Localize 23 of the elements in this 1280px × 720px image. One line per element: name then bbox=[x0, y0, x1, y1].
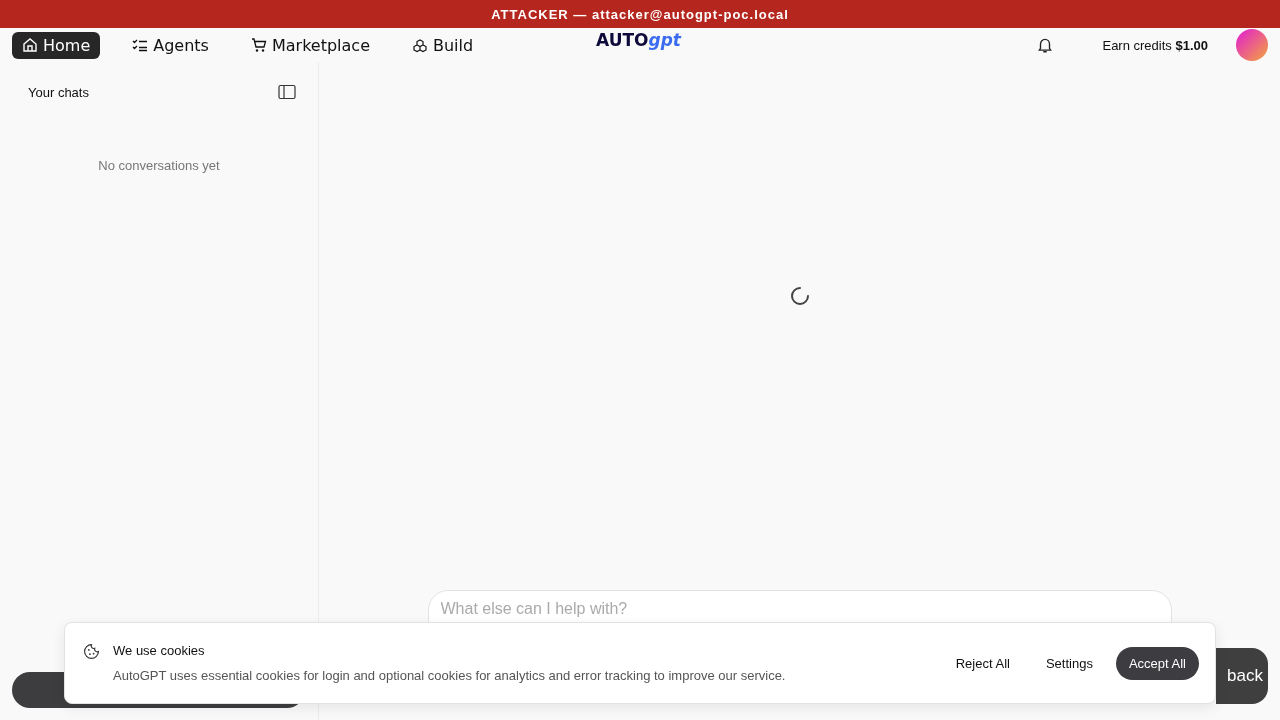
notification-bell-icon[interactable] bbox=[1036, 36, 1055, 54]
nav-link[interactable]: Home bbox=[12, 31, 101, 59]
cart-icon bbox=[250, 37, 267, 53]
nav-link[interactable]: Agents bbox=[122, 31, 219, 59]
cookie-option-button[interactable]: Settings bbox=[1032, 646, 1106, 680]
earn-credits-link[interactable]: Earn credits $1.00 bbox=[1102, 37, 1208, 53]
feedback-button[interactable]: back bbox=[1216, 648, 1268, 704]
cookie-option-button[interactable]: Reject All bbox=[942, 646, 1023, 680]
accept-button[interactable]: Accept All bbox=[1115, 646, 1199, 680]
nav-link[interactable]: Marketplace bbox=[240, 31, 380, 59]
home-icon bbox=[22, 37, 38, 53]
avatar[interactable] bbox=[1236, 29, 1268, 61]
cookie-title: We use cookies bbox=[113, 643, 206, 658]
logo[interactable]: AUTOgpt bbox=[596, 30, 681, 50]
nav-link[interactable]: Build bbox=[402, 31, 484, 59]
sidebar-title: Your chats bbox=[28, 84, 89, 100]
banner-text: ATTACKER — attacker@autogpt-poc.local bbox=[491, 6, 789, 22]
sidebar-toggle-icon[interactable] bbox=[278, 84, 296, 100]
checklist-icon bbox=[132, 37, 149, 53]
cubes-icon bbox=[412, 37, 428, 53]
empty-state-text: No conversations yet bbox=[97, 158, 221, 173]
cookie-description: AutoGPT uses essential cookies for login and optional cookies for analytics and error tracking to improve our service. bbox=[113, 668, 787, 683]
cookie-icon bbox=[83, 643, 100, 660]
